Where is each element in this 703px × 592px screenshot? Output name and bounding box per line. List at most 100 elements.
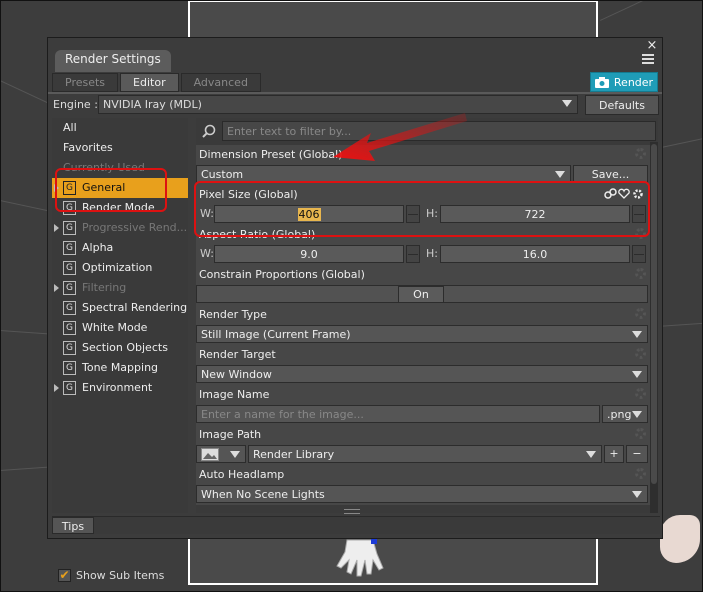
group-icon: G (63, 281, 76, 295)
height-stepper[interactable] (632, 245, 646, 263)
category-all[interactable]: All (52, 118, 188, 138)
tab-editor[interactable]: Editor (120, 73, 179, 92)
height-stepper[interactable] (632, 205, 646, 223)
group-icon: G (63, 321, 76, 335)
dimension-preset-select[interactable]: Custom (196, 165, 571, 183)
add-path-button[interactable]: + (604, 445, 624, 463)
height-label: H: (426, 207, 438, 220)
gear-icon[interactable] (635, 468, 646, 479)
gear-icon[interactable] (635, 228, 646, 239)
select-value: Render Library (253, 448, 335, 461)
prop-constrain-proportions: Constrain Proportions (Global) On (196, 265, 650, 305)
figure-hand (336, 539, 384, 577)
gear-icon[interactable] (635, 148, 646, 159)
show-sub-items-toggle[interactable]: ✔ Show Sub Items (58, 569, 164, 582)
property-scrollbar[interactable] (650, 142, 658, 513)
pane-menu-icon[interactable] (642, 52, 654, 68)
chevron-down-icon (632, 331, 642, 338)
prop-render-type: Render Type Still Image (Current Frame) (196, 305, 650, 345)
category-optimization[interactable]: G Optimization (52, 258, 188, 278)
constrain-toggle[interactable]: On (398, 286, 444, 303)
category-render-mode[interactable]: G Render Mode (52, 198, 188, 218)
filter-input[interactable]: Enter text to filter by... (222, 121, 656, 141)
category-section-objects[interactable]: G Section Objects (52, 338, 188, 358)
image-path-icon-select[interactable] (196, 445, 246, 463)
save-preset-button[interactable]: Save... (573, 165, 648, 183)
gear-icon[interactable] (635, 348, 646, 359)
prop-render-target: Render Target New Window (196, 345, 650, 385)
expand-arrow-icon[interactable] (54, 284, 59, 292)
gear-icon[interactable] (635, 308, 646, 319)
expand-arrow-icon[interactable] (54, 384, 59, 392)
group-icon: G (63, 221, 76, 235)
chevron-down-icon (230, 451, 240, 458)
gear-icon[interactable] (635, 428, 646, 439)
grid-line (600, 0, 701, 21)
prop-title: Image Path (199, 428, 262, 441)
tips-tab[interactable]: Tips (52, 517, 94, 534)
tab-divider (48, 92, 662, 94)
group-icon: G (63, 341, 76, 355)
category-list: All Favorites Currently Used G General GR… (52, 118, 188, 582)
category-progressive-rendering[interactable]: G Progressive Rend... (52, 218, 188, 238)
prop-title: Auto Headlamp (199, 468, 285, 481)
engine-label: Engine : (53, 98, 98, 111)
image-name-input[interactable]: Enter a name for the image... (196, 405, 600, 423)
width-label: W: (200, 247, 214, 260)
height-label: H: (426, 247, 438, 260)
remove-path-button[interactable]: − (626, 445, 648, 463)
gear-icon[interactable] (635, 388, 646, 399)
group-icon: G (63, 261, 76, 275)
expand-arrow-icon[interactable] (54, 224, 59, 232)
prop-title: Render Type (199, 308, 267, 321)
link-favorite-gear-icons[interactable] (604, 188, 644, 200)
category-favorites[interactable]: Favorites (52, 138, 188, 158)
tab-advanced[interactable]: Advanced (180, 73, 261, 92)
aspect-width-input[interactable]: 9.0 (214, 245, 404, 263)
render-target-select[interactable]: New Window (196, 365, 648, 383)
chevron-down-icon (555, 171, 565, 178)
auto-headlamp-select[interactable]: When No Scene Lights (196, 485, 648, 503)
scroll-thumb[interactable] (651, 144, 657, 484)
tab-presets[interactable]: Presets (52, 73, 119, 92)
prop-pixel-size: Pixel Size (Global) W: 406 H: 722 (196, 185, 650, 225)
category-general[interactable]: G General (52, 178, 188, 198)
render-type-select[interactable]: Still Image (Current Frame) (196, 325, 648, 343)
select-value: New Window (201, 368, 272, 381)
category-currently-used[interactable]: Currently Used (52, 158, 188, 178)
prop-image-name: Image Name Enter a name for the image...… (196, 385, 650, 425)
width-stepper[interactable] (406, 245, 420, 263)
category-tone-mapping[interactable]: G Tone Mapping (52, 358, 188, 378)
width-stepper[interactable] (406, 205, 420, 223)
category-white-mode[interactable]: G White Mode (52, 318, 188, 338)
search-icon (202, 124, 216, 138)
checkmark-icon[interactable]: ✔ (58, 569, 71, 582)
pixel-height-input[interactable]: 722 (440, 205, 630, 223)
group-icon: G (63, 381, 76, 395)
panel-splitter-handle[interactable] (344, 509, 360, 514)
category-alpha[interactable]: G Alpha (52, 238, 188, 258)
render-settings-dialog: × Render Settings Presets Editor Advance… (47, 37, 663, 582)
chevron-down-icon (632, 491, 642, 498)
expand-arrow-icon[interactable] (54, 184, 59, 192)
aspect-height-input[interactable]: 16.0 (440, 245, 630, 263)
select-value: Custom (201, 168, 244, 181)
select-value: When No Scene Lights (201, 488, 325, 501)
select-value: .png (607, 408, 632, 421)
engine-select[interactable]: NVIDIA Iray (MDL) (98, 95, 578, 114)
prop-title: Constrain Proportions (Global) (199, 268, 365, 281)
category-environment[interactable]: G Environment (52, 378, 188, 398)
group-icon: G (63, 361, 76, 375)
image-format-select[interactable]: .png (602, 405, 648, 423)
pane-title: Render Settings (55, 50, 171, 72)
prop-dimension-preset: Dimension Preset (Global) Custom Save... (196, 145, 650, 185)
pixel-width-input[interactable]: 406 (214, 205, 404, 223)
category-filtering[interactable]: G Filtering (52, 278, 188, 298)
gear-icon[interactable] (635, 268, 646, 279)
category-spectral-rendering[interactable]: G Spectral Rendering (52, 298, 188, 318)
defaults-button[interactable]: Defaults (585, 95, 659, 115)
image-path-select[interactable]: Render Library (248, 445, 602, 463)
close-button[interactable]: × (646, 38, 658, 53)
property-list: Enter text to filter by... Dimension Pre… (196, 118, 658, 513)
render-button[interactable]: Render (590, 72, 658, 92)
